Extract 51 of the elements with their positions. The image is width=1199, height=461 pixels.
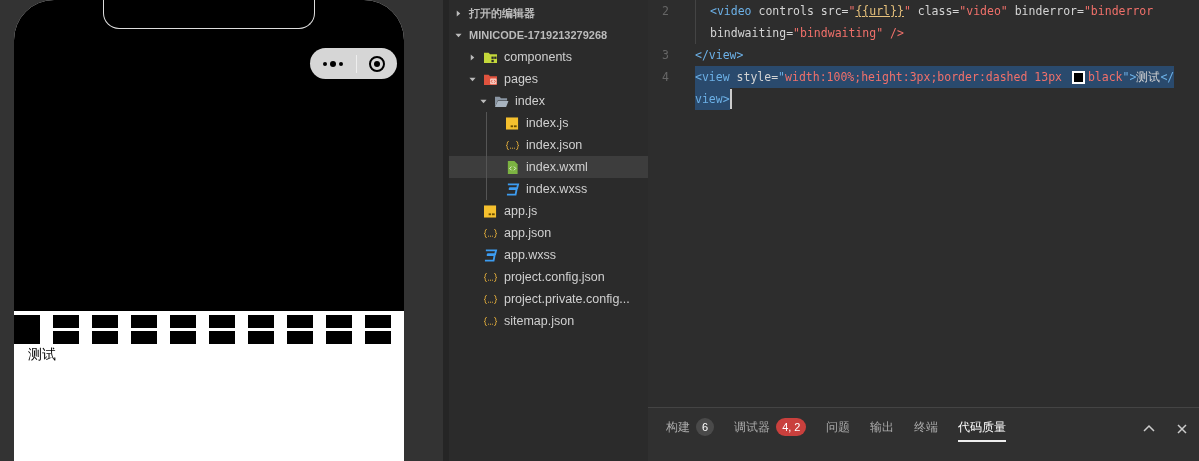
braces-icon — [505, 138, 520, 152]
code-file-icon — [505, 160, 520, 174]
explorer-section-header[interactable]: MINICODE-1719213279268 — [449, 24, 648, 46]
css-file-icon — [505, 182, 520, 196]
caret-down-icon — [480, 97, 487, 105]
file-tree-item[interactable]: index.wxml — [449, 156, 648, 178]
file-tree-item[interactable]: components — [449, 46, 648, 68]
line-number: 4 — [661, 70, 669, 84]
file-tree-item[interactable]: pages — [449, 68, 648, 90]
js-file-icon — [483, 204, 498, 218]
line-number: 2 — [661, 4, 669, 18]
capsule-menu[interactable] — [310, 48, 397, 79]
file-tree-item[interactable]: sitemap.json — [449, 310, 648, 332]
panel-tab[interactable]: 调试器 4, 2 — [734, 416, 807, 442]
file-tree-item[interactable]: app.wxss — [449, 244, 648, 266]
panel-tab[interactable]: 构建 6 — [666, 416, 715, 442]
file-tree-item[interactable]: app.json — [449, 222, 648, 244]
more-icon[interactable] — [321, 58, 346, 69]
panel-tab[interactable]: 问题 — [826, 416, 851, 442]
braces-icon — [483, 292, 498, 306]
caret-right-icon — [469, 53, 476, 61]
code-line: </view> — [695, 47, 744, 64]
panel-tab[interactable]: 代码质量 — [958, 416, 1007, 442]
braces-icon — [483, 314, 498, 328]
file-tree-item[interactable]: project.private.config... — [449, 288, 648, 310]
file-tree-item[interactable]: index.json — [449, 134, 648, 156]
file-tree-item[interactable]: project.config.json — [449, 266, 648, 288]
panel-tab[interactable]: 终端 — [914, 416, 939, 442]
code-line: bindwaiting="bindwaiting" /> — [695, 22, 904, 44]
folder-icon — [483, 72, 498, 86]
count-badge: 4, 2 — [776, 418, 807, 436]
file-tree-item[interactable]: app.js — [449, 200, 648, 222]
chevron-up-icon[interactable] — [1143, 424, 1155, 432]
close-icon[interactable] — [1177, 424, 1187, 434]
folder-icon — [483, 50, 498, 64]
file-tree-item[interactable]: index.wxss — [449, 178, 648, 200]
preview-text: 测试 — [28, 346, 56, 364]
file-tree-item[interactable]: index.js — [449, 112, 648, 134]
braces-icon — [483, 270, 498, 284]
count-badge: 6 — [696, 418, 715, 436]
code-line: <video controls src="{{url}}" class="video" binderror="binderror — [695, 0, 1154, 22]
target-icon[interactable] — [367, 54, 386, 73]
file-tree-item[interactable]: index — [449, 90, 648, 112]
explorer-section-header[interactable]: 打开的编辑器 — [449, 2, 648, 24]
js-file-icon — [505, 116, 520, 130]
line-number: 3 — [661, 48, 669, 62]
caret-down-icon — [469, 75, 476, 83]
panel-tab[interactable]: 输出 — [870, 416, 895, 442]
css-file-icon — [483, 248, 498, 262]
open-folder-icon — [494, 94, 509, 108]
braces-icon — [483, 226, 498, 240]
